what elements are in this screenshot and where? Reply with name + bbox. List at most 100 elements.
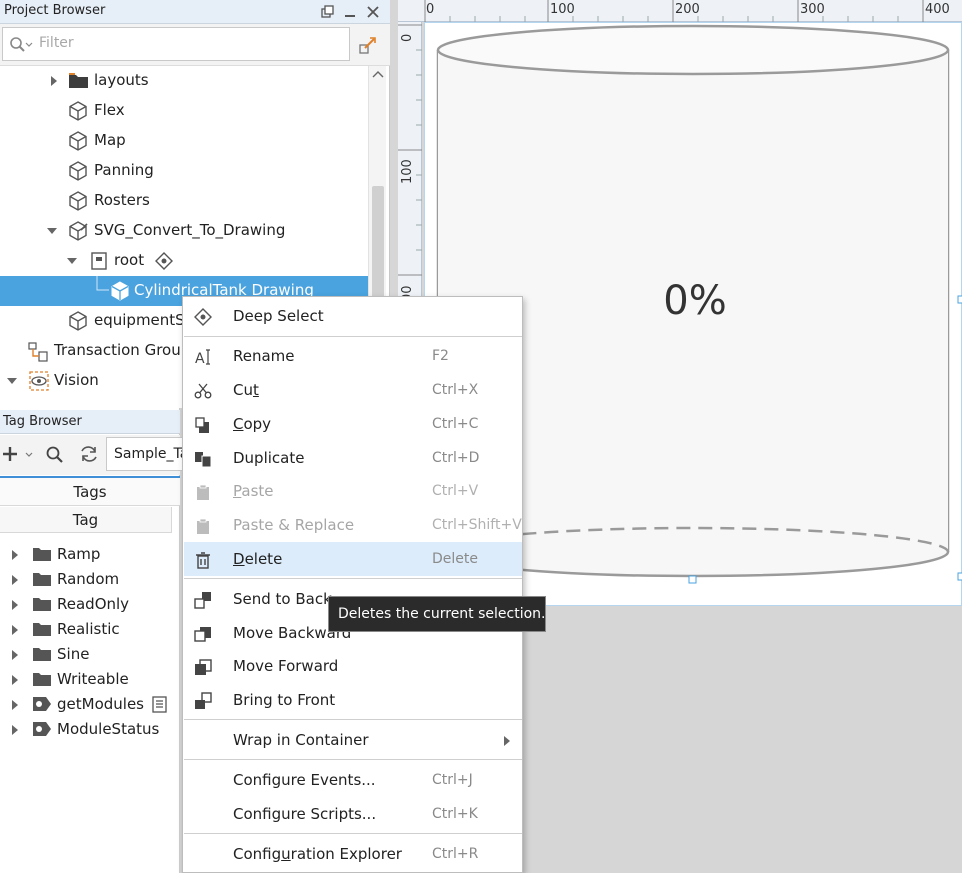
menu-separator — [184, 719, 522, 720]
tree-item-rosters[interactable]: Rosters — [0, 186, 368, 216]
menu-item-wrap-in-container[interactable]: Wrap in Container — [184, 723, 522, 757]
tab-tags[interactable]: Tags — [0, 476, 180, 506]
container-icon — [90, 251, 108, 271]
ruler-label: 300 — [800, 2, 825, 17]
scissors-icon — [194, 382, 212, 400]
rename-icon: A — [194, 348, 212, 366]
tree-item-flex[interactable]: Flex — [0, 96, 368, 126]
tag-item-realistic[interactable]: Realistic — [0, 617, 170, 642]
menu-separator — [184, 759, 522, 760]
scrollbar-thumb[interactable] — [372, 186, 384, 306]
expand-arrow-icon[interactable] — [10, 674, 20, 686]
tag-item-label: Writeable — [57, 670, 129, 688]
move-backward-icon — [194, 625, 212, 643]
tree-connector — [96, 276, 110, 296]
deep-select-target-icon — [194, 308, 212, 326]
filter-input[interactable] — [37, 34, 337, 52]
tag-column-header[interactable]: Tag — [0, 507, 172, 533]
collapse-arrow-icon[interactable] — [66, 255, 78, 267]
menu-separator — [184, 336, 522, 337]
tag-item-sine[interactable]: Sine — [0, 642, 170, 667]
delete-tooltip: Deletes the current selection. — [328, 596, 546, 632]
menu-shortcut: Ctrl+X — [432, 382, 478, 398]
component-cube-icon — [110, 281, 130, 301]
expand-arrow-icon[interactable] — [10, 724, 20, 736]
tree-item-label: Rosters — [94, 191, 150, 209]
view-cube-icon — [68, 191, 88, 211]
search-icon[interactable] — [45, 445, 65, 465]
vision-eye-icon — [28, 370, 50, 392]
menu-item-cut[interactable]: Cut Ctrl+X — [184, 373, 522, 407]
folder-icon — [32, 646, 52, 662]
tag-item-random[interactable]: Random — [0, 567, 170, 592]
expand-arrow-icon[interactable] — [10, 574, 20, 586]
filter-field[interactable] — [2, 27, 350, 61]
tree-item-svg-convert-to-drawing[interactable]: SVG_Convert_To_Drawing — [0, 216, 368, 246]
tag-item-label: Ramp — [57, 545, 100, 563]
folder-icon — [32, 571, 52, 587]
menu-item-configure-events[interactable]: Configure Events... Ctrl+J — [184, 763, 522, 797]
expand-arrow-icon[interactable] — [10, 549, 20, 561]
expand-arrow-icon[interactable] — [10, 649, 20, 661]
project-browser-header: Project Browser — [0, 0, 390, 24]
tank-level-label: 0% — [620, 278, 770, 324]
tab-tags-label: Tags — [0, 478, 180, 501]
tag-item-label: ReadOnly — [57, 595, 129, 613]
tree-item-root[interactable]: root — [0, 246, 368, 276]
tree-item-label: Transaction Group — [54, 341, 190, 359]
menu-item-duplicate[interactable]: Duplicate Ctrl+D — [184, 441, 522, 475]
context-menu: Deep Select A Rename F2 Cut Ctrl+X Copy … — [182, 296, 523, 873]
tag-item-label: Sine — [57, 645, 89, 663]
menu-item-delete[interactable]: Delete Delete — [184, 542, 522, 576]
collapse-arrow-icon[interactable] — [6, 375, 18, 387]
submenu-arrow-icon — [502, 735, 512, 747]
expand-arrow-icon[interactable] — [10, 699, 20, 711]
tree-item-layouts[interactable]: layouts — [0, 66, 368, 96]
transaction-group-icon — [28, 341, 50, 363]
minimize-icon[interactable] — [341, 3, 359, 21]
copy-icon — [194, 416, 212, 434]
menu-item-rename[interactable]: A Rename F2 — [184, 339, 522, 373]
ruler-label: 100 — [550, 2, 575, 17]
add-tag-icon[interactable] — [2, 445, 34, 465]
expand-arrow-icon[interactable] — [10, 624, 20, 636]
tree-item-label: layouts — [94, 71, 149, 89]
tree-item-map[interactable]: Map — [0, 126, 368, 156]
menu-item-move-forward[interactable]: Move Forward — [184, 649, 522, 683]
deep-select-target-icon — [155, 252, 173, 270]
tag-item-writeable[interactable]: Writeable — [0, 667, 170, 692]
close-icon[interactable] — [364, 3, 382, 21]
menu-item-paste-replace[interactable]: Paste & Replace Ctrl+Shift+V — [184, 508, 522, 542]
tag-item-modulestatus[interactable]: ModuleStatus — [0, 717, 170, 742]
menu-item-paste[interactable]: Paste Ctrl+V — [184, 474, 522, 508]
menu-item-configuration-explorer[interactable]: Configuration Explorer Ctrl+R — [184, 837, 522, 871]
view-cube-icon — [68, 131, 88, 151]
udt-instance-icon — [30, 695, 54, 713]
menu-item-deep-select[interactable]: Deep Select — [184, 299, 522, 333]
menu-item-configure-scripts[interactable]: Configure Scripts... Ctrl+K — [184, 797, 522, 831]
menu-shortcut: Ctrl+Shift+V — [432, 517, 522, 533]
refresh-icon[interactable] — [79, 444, 99, 464]
folder-icon — [68, 72, 90, 90]
tag-item-readonly[interactable]: ReadOnly — [0, 592, 170, 617]
expand-arrow-icon[interactable] — [10, 599, 20, 611]
link-editor-icon[interactable] — [358, 35, 378, 55]
float-icon[interactable] — [318, 3, 336, 21]
tag-item-getmodules[interactable]: getModules — [0, 692, 170, 717]
tree-item-label: Map — [94, 131, 126, 149]
menu-item-bring-to-front[interactable]: Bring to Front — [184, 683, 522, 717]
bring-to-front-icon — [194, 692, 212, 710]
folder-icon — [32, 671, 52, 687]
collapse-arrow-icon[interactable] — [46, 225, 58, 237]
tag-item-label: getModules — [57, 695, 144, 713]
tree-item-label: SVG_Convert_To_Drawing — [94, 221, 285, 239]
folder-icon — [32, 546, 52, 562]
tree-item-panning[interactable]: Panning — [0, 156, 368, 186]
expand-arrow-icon[interactable] — [48, 75, 60, 87]
menu-item-copy[interactable]: Copy Ctrl+C — [184, 407, 522, 441]
project-browser-title: Project Browser — [4, 3, 105, 18]
tag-provider-dropdown[interactable]: Sample_Ta — [106, 437, 186, 471]
tag-item-ramp[interactable]: Ramp — [0, 542, 170, 567]
udt-instance-icon — [30, 720, 54, 738]
trash-icon — [194, 551, 212, 569]
